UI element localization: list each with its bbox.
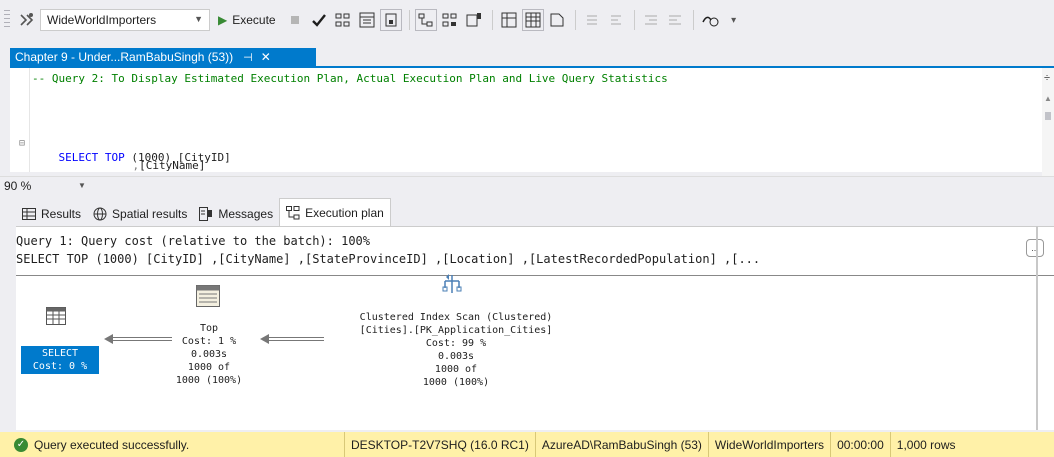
decrease-indent-icon[interactable] <box>640 9 662 31</box>
query-text-line: SELECT TOP (1000) [CityID] ,[CityName] ,… <box>16 252 761 266</box>
collapse-icon[interactable]: ⊟ <box>19 138 25 149</box>
toolbar-grip[interactable] <box>4 10 10 30</box>
live-query-statistics-icon[interactable] <box>439 9 461 31</box>
query-options-icon[interactable] <box>356 9 378 31</box>
show-query-text-button[interactable]: ... <box>1026 239 1044 257</box>
globe-icon <box>93 207 107 221</box>
close-icon[interactable]: ✕ <box>261 50 271 64</box>
status-message-text: Query executed successfully. <box>34 437 190 452</box>
execute-label: Execute <box>232 13 276 27</box>
status-elapsed: 00:00:00 <box>830 432 890 457</box>
estimated-plan-icon[interactable] <box>332 9 354 31</box>
sql-number: (1000) <box>131 151 172 164</box>
editor-vertical-scrollbar[interactable]: ÷ ▲ <box>1042 68 1054 176</box>
tab-messages-label: Messages <box>218 207 274 221</box>
database-select[interactable]: WideWorldImporters ▼ <box>40 9 210 31</box>
results-to-text-icon[interactable] <box>498 9 520 31</box>
tab-spatial-results-label: Spatial results <box>112 207 188 221</box>
zoom-value: 90 % <box>4 178 32 193</box>
scan-operator-rows-estimated: 1000 (100%) <box>422 377 490 388</box>
tab-messages[interactable]: Messages <box>193 202 279 226</box>
code-line-comment: -- Query 2: To Display Estimated Executi… <box>32 72 668 85</box>
toolbar-separator <box>692 10 694 30</box>
editor-gutter <box>10 68 30 172</box>
top-operator-rows-actual: 1000 of <box>187 362 231 373</box>
status-rows: 1,000 rows <box>889 432 962 457</box>
tab-execution-plan[interactable]: Execution plan <box>279 198 391 226</box>
split-icon[interactable]: ÷ <box>1044 72 1050 84</box>
top-operator-icon[interactable] <box>194 285 222 311</box>
comment-lines-icon[interactable] <box>581 9 603 31</box>
database-select-value: WideWorldImporters <box>47 13 157 27</box>
execution-plan-pane[interactable]: Query 1: Query cost (relative to the bat… <box>16 226 1054 430</box>
scroll-thumb[interactable] <box>1045 112 1051 120</box>
document-tab[interactable]: Chapter 9 - Under...RamBabuSingh (53)) ⊣… <box>10 48 316 66</box>
select-operator[interactable]: SELECT Cost: 0 % <box>21 346 99 374</box>
select-operator-name: SELECT <box>41 348 79 359</box>
plan-icon <box>286 205 300 220</box>
change-connection-icon[interactable] <box>16 9 38 31</box>
status-bar: ✓ Query executed successfully. DESKTOP-T… <box>0 432 1054 457</box>
parse-checkmark-icon[interactable] <box>308 9 330 31</box>
chevron-down-icon: ▼ <box>194 14 203 24</box>
document-tab-title: Chapter 9 - Under...RamBabuSingh (53)) <box>15 50 234 64</box>
chevron-down-icon: ▼ <box>78 181 86 190</box>
toolbar-separator <box>574 10 576 30</box>
tab-execution-plan-label: Execution plan <box>305 205 384 220</box>
scan-operator-name: Clustered Index Scan (Clustered) <box>359 312 553 323</box>
clustered-index-scan-operator[interactable]: Clustered Index Scan (Clustered) [Cities… <box>316 311 596 389</box>
tab-results-label: Results <box>41 207 82 221</box>
sql-column: [CityID] <box>177 151 231 164</box>
intellisense-icon[interactable] <box>379 9 402 31</box>
status-database: WideWorldImporters <box>707 432 830 457</box>
top-operator[interactable]: Top Cost: 1 % 0.003s 1000 of 1000 (100%) <box>154 322 264 387</box>
plan-divider <box>16 275 1054 276</box>
scan-operator-object: [Cities].[PK_Application_Cities] <box>359 325 553 336</box>
messages-icon <box>199 207 213 221</box>
scan-operator-rows-actual: 1000 of <box>434 364 478 375</box>
cancel-query-icon[interactable] <box>284 9 306 31</box>
toolbar-separator <box>408 10 410 30</box>
toolbar-overflow-icon[interactable]: ▾ <box>723 9 745 31</box>
select-operator-cost: Cost: 0 % <box>32 361 88 372</box>
status-user: AzureAD\RamBabuSingh (53) <box>534 432 708 457</box>
code-line-select: SELECT TOP (1000) [CityID] <box>32 138 231 177</box>
top-operator-time: 0.003s <box>190 349 228 360</box>
client-statistics-icon[interactable] <box>463 9 485 31</box>
actual-plan-icon[interactable] <box>414 9 437 31</box>
uncomment-lines-icon[interactable] <box>605 9 627 31</box>
clustered-index-scan-icon[interactable] <box>440 273 464 299</box>
results-to-grid-icon[interactable] <box>521 9 544 31</box>
status-server: DESKTOP-T2V7SHQ (16.0 RC1) <box>344 432 535 457</box>
grid-icon <box>22 208 36 220</box>
results-tabstrip: Results Spatial results Messages Executi… <box>16 198 391 226</box>
query-cost-line: Query 1: Query cost (relative to the bat… <box>16 234 371 248</box>
play-icon: ▶ <box>218 13 228 27</box>
plan-header: Query 1: Query cost (relative to the bat… <box>16 232 760 268</box>
scroll-up-icon[interactable]: ▲ <box>1044 94 1052 103</box>
query-editor[interactable]: -- Query 2: To Display Estimated Executi… <box>10 68 1044 172</box>
sql-keyword: SELECT TOP <box>58 151 125 164</box>
top-operator-name: Top <box>199 323 219 334</box>
specify-template-values-icon[interactable] <box>699 9 721 31</box>
zoom-select[interactable]: 90 % ▼ <box>4 179 94 193</box>
pin-icon[interactable]: ⊣ <box>243 51 253 64</box>
toolbar-separator <box>633 10 635 30</box>
success-check-icon: ✓ <box>14 437 28 452</box>
results-to-file-icon[interactable] <box>546 9 568 31</box>
top-operator-rows-estimated: 1000 (100%) <box>175 375 243 386</box>
scan-operator-cost: Cost: 99 % <box>425 338 487 349</box>
increase-indent-icon[interactable] <box>664 9 686 31</box>
zoom-bar: 90 % ▼ <box>0 176 1054 194</box>
tab-spatial-results[interactable]: Spatial results <box>87 202 193 226</box>
select-operator-icon[interactable] <box>44 307 68 329</box>
execute-button[interactable]: ▶ Execute <box>218 13 276 27</box>
toolbar-separator <box>491 10 493 30</box>
scan-operator-time: 0.003s <box>437 351 475 362</box>
plan-pane-edge <box>1036 226 1038 430</box>
status-message: ✓ Query executed successfully. <box>14 437 344 452</box>
top-operator-cost: Cost: 1 % <box>181 336 237 347</box>
main-toolbar: WideWorldImporters ▼ ▶ Execute ▾ <box>0 0 1054 40</box>
tab-results[interactable]: Results <box>16 202 87 226</box>
